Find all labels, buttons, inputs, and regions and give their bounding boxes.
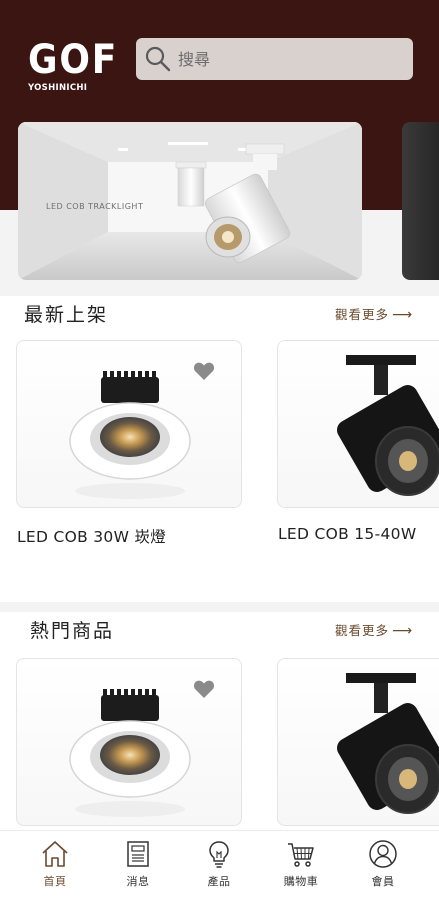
new-arrivals-section: 最新上架 觀看更多 ⟶ LED COB 30W 崁燈 LED COB 15-40… <box>0 296 439 602</box>
banner-slide[interactable]: LED COB TRACKLIGHT <box>18 122 362 280</box>
popular-products-section: 熱門商品 觀看更多 ⟶ <box>0 612 439 830</box>
nav-item-cart[interactable]: 購物車 <box>266 839 336 895</box>
product-name[interactable]: LED COB 30W 崁燈 <box>17 525 166 547</box>
nav-label: 購物車 <box>283 875 319 888</box>
news-icon <box>127 841 149 867</box>
view-more-link[interactable]: 觀看更多 ⟶ <box>335 304 413 323</box>
search-bar[interactable] <box>136 38 413 80</box>
cart-icon <box>288 843 314 867</box>
product-card[interactable] <box>277 658 439 826</box>
section-title: 熱門商品 <box>30 620 115 642</box>
track-light-image <box>337 355 439 496</box>
nav-item-products[interactable]: 產品 <box>184 839 254 895</box>
product-name[interactable]: LED COB 15-40W <box>278 525 416 543</box>
arrow-right-icon: ⟶ <box>392 307 414 323</box>
brand-logo[interactable]: GOF YOSHINICHI <box>28 37 119 98</box>
nav-item-news[interactable]: 消息 <box>103 839 173 895</box>
product-card[interactable] <box>277 340 439 508</box>
product-card[interactable] <box>16 340 242 508</box>
nav-item-member[interactable]: 會員 <box>348 839 418 895</box>
nav-label: 產品 <box>207 875 231 888</box>
banner-caption: LED COB TRACKLIGHT <box>46 202 144 211</box>
logo-main-text: GOF <box>28 37 119 83</box>
search-input[interactable] <box>178 43 403 75</box>
home-icon <box>42 841 68 867</box>
search-icon <box>145 46 171 72</box>
nav-label: 首頁 <box>43 875 67 888</box>
bottom-nav: 首頁 消息 產品 購物車 會員 <box>0 830 439 900</box>
home-screen: GOF YOSHINICHI 搜尋 LED COB TRACKLIGHT 最新上… <box>0 0 439 900</box>
banner-image <box>18 122 362 280</box>
section-title: 最新上架 <box>24 304 109 326</box>
arrow-right-icon: ⟶ <box>392 623 414 639</box>
track-light-image <box>337 673 439 814</box>
user-icon <box>369 840 397 868</box>
product-card[interactable] <box>16 658 242 826</box>
nav-item-home[interactable]: 首頁 <box>20 839 90 895</box>
lightbulb-icon <box>209 841 229 868</box>
nav-label: 消息 <box>126 875 150 888</box>
banner-next-slide[interactable] <box>402 122 439 280</box>
view-more-label: 觀看更多 <box>335 307 390 322</box>
view-more-link[interactable]: 觀看更多 ⟶ <box>335 620 413 639</box>
heart-icon[interactable] <box>193 361 215 381</box>
nav-label: 會員 <box>371 875 395 888</box>
logo-sub-text: YOSHINICHI <box>28 83 88 93</box>
view-more-label: 觀看更多 <box>335 623 390 638</box>
heart-icon[interactable] <box>193 679 215 699</box>
